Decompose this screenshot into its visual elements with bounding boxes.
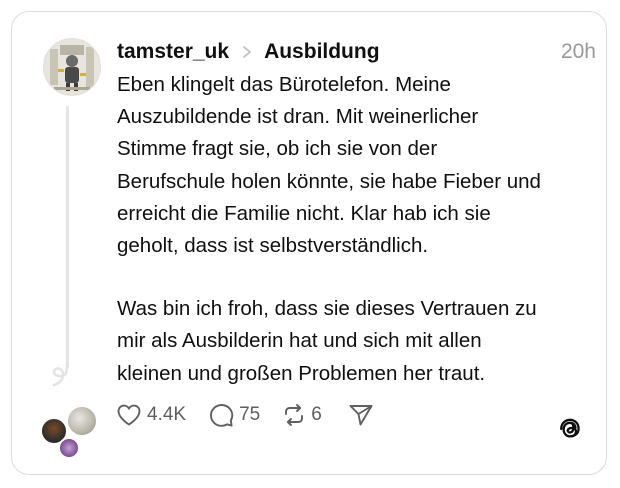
repost-icon — [285, 404, 304, 426]
repost-count: 6 — [311, 404, 322, 425]
send-icon — [349, 405, 373, 426]
post-text-line: Auszubildende ist dran. Mit weinerlicher — [117, 105, 479, 129]
share-button[interactable] — [348, 403, 374, 427]
heart-icon — [117, 404, 141, 426]
post-text-line: erreicht die Familie nicht. Klar hab ich… — [117, 201, 491, 225]
reply-count: 75 — [239, 404, 261, 425]
replier-avatars[interactable] — [40, 405, 102, 463]
repost-button[interactable]: 6 — [282, 403, 322, 427]
post-header: tamster_uk Ausbildung 20h — [117, 38, 596, 66]
action-bar: 4.4K 75 6 — [116, 400, 374, 430]
like-button[interactable]: 4.4K — [116, 403, 186, 427]
post-text-line: Was bin ich froh, dass sie dieses Vertra… — [117, 297, 537, 321]
post-text-line: Stimme fragt sie, ob ich sie von der — [117, 137, 438, 161]
replier-avatar — [58, 437, 80, 459]
like-count: 4.4K — [147, 404, 187, 425]
post-text-line: kleinen und großen Problemen her traut. — [117, 361, 486, 385]
replier-avatar — [66, 405, 98, 437]
post-text-line: Eben klingelt das Bürotelefon. Meine — [117, 73, 451, 96]
thread-line — [66, 106, 69, 368]
reply-button[interactable]: 75 — [209, 403, 260, 428]
threads-logo-icon — [560, 418, 580, 438]
post-text-line: Berufschule holen könnte, sie habe Fiebe… — [117, 169, 541, 193]
topic-tag-link[interactable]: Ausbildung — [264, 40, 379, 64]
thread-curl — [52, 362, 69, 386]
chevron-right-icon — [243, 46, 251, 58]
post-body: Eben klingelt das Bürotelefon. Meine Aus… — [117, 69, 587, 390]
post-text-line: geholt, dass ist selbstverständlich. — [117, 234, 429, 258]
post-text-line: mir als Ausbilderin hat und sich mit all… — [117, 329, 482, 353]
comment-icon — [210, 403, 234, 427]
post-timestamp[interactable]: 20h — [561, 40, 596, 64]
author-avatar[interactable] — [43, 38, 101, 96]
avatar-image — [44, 39, 100, 95]
username-link[interactable]: tamster_uk — [117, 40, 229, 64]
